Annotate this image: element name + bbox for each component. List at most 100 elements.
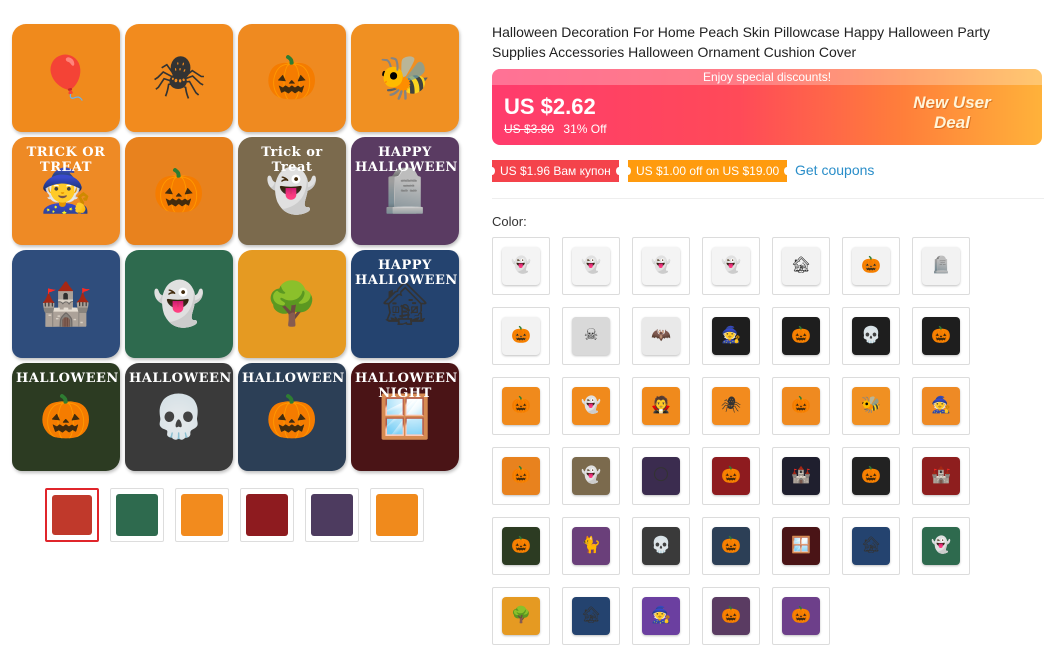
color-swatch[interactable]: 🎃	[702, 447, 760, 505]
color-swatch[interactable]: 🎃	[772, 307, 830, 365]
bats-icon: 🦇	[642, 317, 680, 355]
color-swatch[interactable]: 👻	[702, 237, 760, 295]
pillow-caption: Trick or Treat	[261, 145, 323, 175]
color-swatch[interactable]: 🧛	[632, 377, 690, 435]
witch-hat-pumpkin-icon: 🎃	[782, 387, 820, 425]
color-swatch[interactable]: 💀	[632, 517, 690, 575]
pillow-caption: HAPPY HALLOWEEN	[355, 145, 458, 175]
witch-hat-icon: 🧙	[39, 167, 93, 214]
color-swatch[interactable]: 🎃	[772, 377, 830, 435]
color-swatch[interactable]: 🎃	[492, 447, 550, 505]
pumpkin-black-icon: 🎃	[782, 317, 820, 355]
color-swatch[interactable]: 👻	[562, 237, 620, 295]
spider-icon: 🕷	[152, 54, 206, 101]
happy-halloween-black-icon: 🎃	[922, 317, 960, 355]
pillow-image: 🧙 TRICK OR TREAT	[12, 137, 120, 245]
ghost-witch-icon: 👻	[572, 387, 610, 425]
color-swatch[interactable]: 🏚	[842, 517, 900, 575]
color-swatch[interactable]: 🪟	[772, 517, 830, 575]
color-swatch[interactable]: 💀	[842, 307, 900, 365]
new-user-line1: New User	[913, 93, 991, 112]
pillow-image: 👻 Trick or Treat	[238, 137, 346, 245]
haunted-house-sketch-icon: 🏚	[782, 247, 820, 285]
color-swatch[interactable]: 🕷	[702, 377, 760, 435]
pillow-caption: HALLOWEEN	[129, 371, 232, 386]
moon-icon: 🌕	[642, 457, 680, 495]
color-swatch[interactable]: 🏰	[912, 447, 970, 505]
spooky-tree-icon: 🌳	[502, 597, 540, 635]
thumbnail[interactable]	[305, 488, 359, 542]
color-swatch[interactable]: 🎃	[772, 587, 830, 645]
pillow-caption: HAPPY HALLOWEEN	[355, 258, 458, 288]
graveyard-ghost-icon: 👻	[922, 527, 960, 565]
graveyard-thumb-icon	[116, 494, 158, 536]
pillow-image: 🪟 HALLOWEEN NIGHT	[351, 363, 459, 471]
promo-strip: Enjoy special discounts!	[492, 69, 1042, 85]
color-swatch[interactable]: 🪦	[912, 237, 970, 295]
pillow-image: 🎃	[125, 137, 233, 245]
color-swatch[interactable]: 👻	[912, 517, 970, 575]
color-swatch[interactable]: 🦇	[632, 307, 690, 365]
graveyard-ghost-icon: 👻	[152, 280, 206, 327]
color-swatch[interactable]: 🏚	[772, 237, 830, 295]
threshold-coupon-badge[interactable]: US $1.00 off on US $19.00	[624, 160, 791, 182]
current-price: US $2.62	[504, 94, 596, 119]
get-coupons-link[interactable]: Get coupons	[795, 162, 874, 178]
ghost-white-icon: 👻	[502, 247, 540, 285]
color-swatch[interactable]: 🌳	[492, 587, 550, 645]
witch-hat-icon: 🧙	[922, 387, 960, 425]
pumpkin-balloon-icon: 🎃	[502, 387, 540, 425]
skull-hands-icon: 💀	[642, 527, 680, 565]
pillow-image: 🐝	[351, 24, 459, 132]
thumbnail[interactable]	[110, 488, 164, 542]
thumbnail[interactable]	[45, 488, 99, 542]
spider-thumb-icon	[181, 494, 223, 536]
color-swatch[interactable]: 👻	[492, 237, 550, 295]
new-user-deal-badge[interactable]: New User Deal	[892, 93, 1012, 133]
color-swatch[interactable]: 🎃	[702, 517, 760, 575]
thumbnail[interactable]	[240, 488, 294, 542]
sunset-castle-icon: 🏰	[922, 457, 960, 495]
color-swatch[interactable]: 🏰	[772, 447, 830, 505]
happy-halloween-house-icon: 🏚	[572, 597, 610, 635]
witch-moon-purple-icon: 🧙	[642, 597, 680, 635]
color-swatch[interactable]: ☠	[562, 307, 620, 365]
color-swatch[interactable]: 🧙	[702, 307, 760, 365]
main-product-image[interactable]: 🎈 🕷 🎃 🐝 🧙 TRICK OR TREAT 🎃 👻 Trick or Treat 🪦 HAPP…	[10, 22, 462, 474]
store-coupon-badge[interactable]: US $1.96 Вам купон	[489, 160, 622, 182]
pumpkin-sketch-icon: 🎃	[502, 317, 540, 355]
hello-halloween-icon: 🎃	[852, 457, 890, 495]
price-banner: Enjoy special discounts! US $2.62 US $3.…	[492, 69, 1042, 145]
color-swatch[interactable]: 🎃	[702, 587, 760, 645]
thumbnail[interactable]	[370, 488, 424, 542]
haunted-castle-icon: 🏰	[39, 280, 93, 327]
color-swatch[interactable]: 🧙	[912, 377, 970, 435]
pillow-caption: HALLOWEEN	[16, 371, 119, 386]
color-swatch[interactable]: 🏚	[562, 587, 620, 645]
color-swatch[interactable]: 🎃	[842, 447, 900, 505]
spooky-tree-icon: 🌳	[265, 280, 319, 327]
color-swatch[interactable]: 🌕	[632, 447, 690, 505]
color-swatch[interactable]: 👻	[562, 377, 620, 435]
color-swatch[interactable]: 👻	[632, 237, 690, 295]
pillow-caption: HALLOWEEN	[242, 371, 345, 386]
thumbnail[interactable]	[175, 488, 229, 542]
pillow-image: 🏰	[12, 250, 120, 358]
ghost-white-icon: 👻	[712, 247, 750, 285]
color-swatch[interactable]: 🎃	[912, 307, 970, 365]
skull-black-icon: 💀	[852, 317, 890, 355]
pumpkin-sketch-icon: 🎃	[852, 247, 890, 285]
divider	[492, 198, 1044, 199]
witch-black-icon: 🧙	[712, 317, 750, 355]
color-swatch[interactable]: 🐈	[562, 517, 620, 575]
product-title: Halloween Decoration For Home Peach Skin…	[492, 24, 991, 60]
color-swatch[interactable]: 🧙	[632, 587, 690, 645]
color-swatch[interactable]: 🎃	[492, 307, 550, 365]
color-swatch[interactable]: 🎃	[492, 377, 550, 435]
color-swatch[interactable]: 🎃	[492, 517, 550, 575]
color-swatch[interactable]: 🐝	[842, 377, 900, 435]
pillow-image: 💀 HALLOWEEN	[125, 363, 233, 471]
color-swatch[interactable]: 🎃	[842, 237, 900, 295]
color-swatch[interactable]: 👻	[562, 447, 620, 505]
moon-thumb-icon	[311, 494, 353, 536]
